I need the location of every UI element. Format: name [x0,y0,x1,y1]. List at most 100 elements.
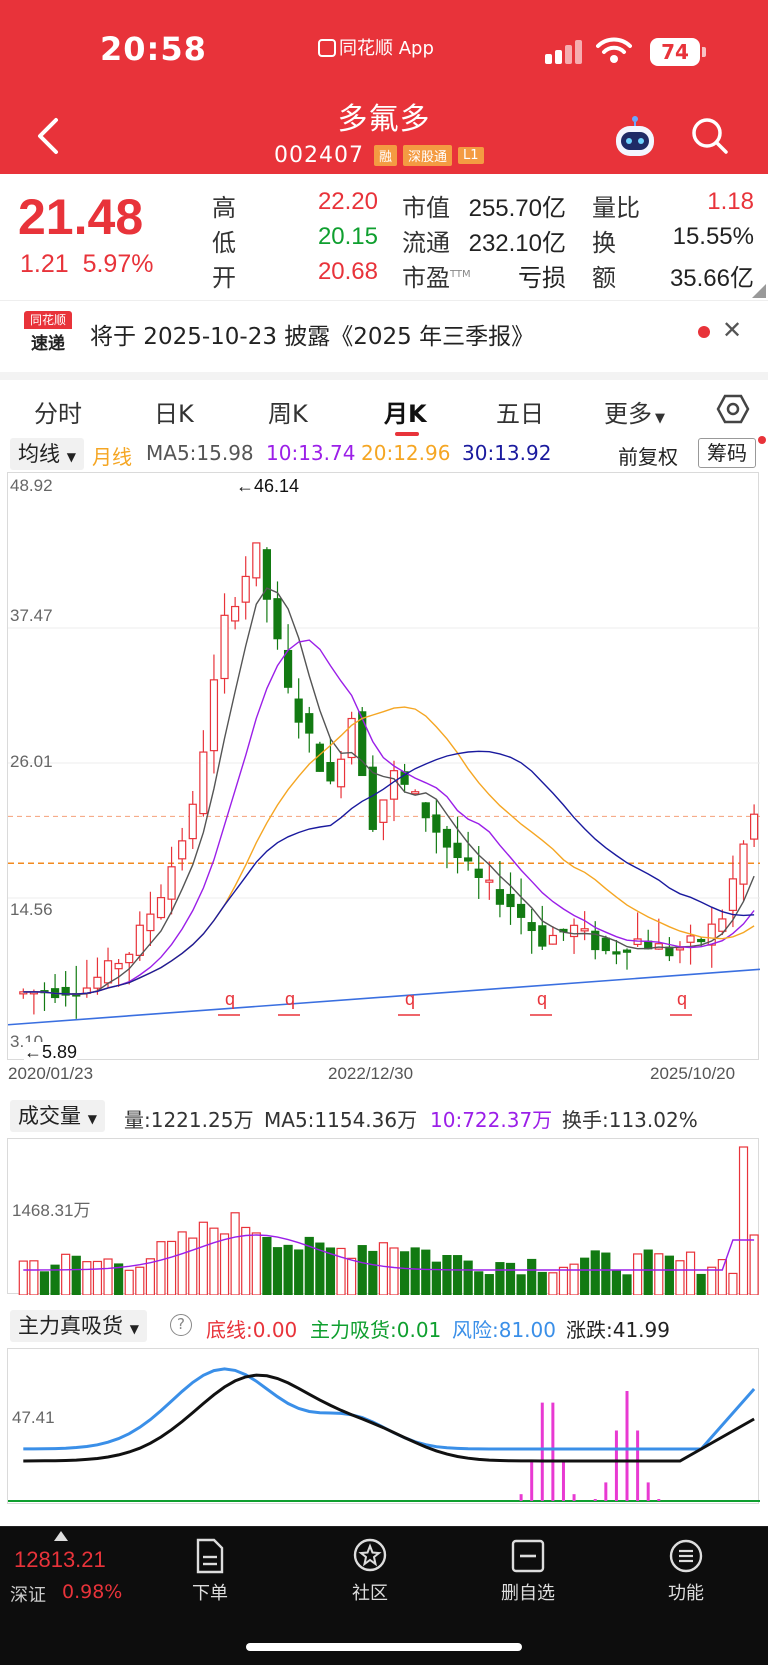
volume-bar [548,1272,558,1296]
kline-svg: qqqqq [7,542,761,1026]
close-icon[interactable]: ✕ [722,316,742,344]
candle-body [739,843,748,885]
ma-selector[interactable]: 均线 ▼ [10,438,84,470]
candle-body [485,879,494,883]
volume-bar [643,1249,653,1296]
flash-news-logo: 同花顺 速递 [24,311,72,357]
adjust-mode[interactable]: 前复权 [618,441,678,470]
candle-body [442,828,452,848]
nav-order[interactable]: 下单 [160,1537,260,1605]
stock-code-row: 002407 融 深股通 L1 [274,140,484,170]
chips-dot [758,436,766,444]
candle-body [495,889,505,905]
candle-body [601,937,610,952]
float-value: 232.10亿 [468,230,566,257]
index-value[interactable]: 12813.21 [14,1547,106,1573]
low-label: 低 [212,229,236,257]
volume-bar [156,1241,166,1296]
volratio-label: 量比 [592,194,640,222]
open-value: 20.68 [317,258,378,285]
ma-legend-row: 均线 ▼ 月线 MA5:15.98 10:13.74 20:12.96 30:1… [0,436,768,472]
volume-bar [611,1270,622,1296]
volume-bar [294,1249,304,1296]
amount-value: 35.66亿 [669,265,754,292]
app-logo-icon [318,39,336,57]
indicator-selector[interactable]: 主力真吸货 ▼ [10,1310,147,1342]
candle-body [506,893,515,908]
candle-body [315,743,324,772]
candle-body [379,799,388,823]
open-label: 开 [212,264,236,292]
tab-daily-k[interactable]: 日K [154,394,194,429]
candle-body [156,897,166,919]
volume-bar [431,1261,441,1296]
indicator-absorb: 主力吸货:0.01 [310,1318,442,1342]
signal-q-marker: q [405,989,415,1009]
turnover-label: 换 [592,229,616,257]
tab-intraday[interactable]: 分时 [34,394,82,429]
volume-bar [601,1252,611,1296]
volume-bar [103,1258,113,1296]
tag-level: L1 [458,146,484,164]
candle-body [569,924,579,938]
volume-bar [92,1260,103,1296]
volume-bar [135,1266,145,1296]
candle-body [516,903,526,918]
candle-body [336,758,346,788]
quote-panel[interactable]: 21.48 1.21 5.97% 高 22.20 低 20.15 开 20.68… [0,174,768,298]
ma30-value: 30:13.92 [462,441,552,465]
announcement-banner[interactable]: 同花顺 速递 将于 2025-10-23 披露《2025 年三季报》 [0,300,768,366]
ma10-line [23,639,755,995]
volume-bar [357,1245,367,1296]
nav-remove-watchlist[interactable]: 删自选 [478,1537,578,1605]
volume-bar [198,1221,208,1296]
volume-bar [124,1269,134,1296]
volume-bar [633,1253,643,1296]
chips-button[interactable]: 筹码 [698,438,756,468]
date-mid: 2022/12/30 [328,1064,414,1083]
assistant-robot-icon[interactable] [612,114,658,160]
search-icon[interactable] [690,116,730,156]
nav-functions[interactable]: 功能 [636,1537,736,1605]
mktcap-value: 255.70亿 [468,195,566,222]
volume-bar [685,1251,696,1296]
volume-chart[interactable] [7,1138,759,1296]
expand-up-icon[interactable] [54,1531,68,1541]
volume-bar [209,1227,219,1296]
volume-bar [272,1247,283,1296]
candle-body [580,928,589,932]
candle-body [273,598,282,640]
kline-y-4: 14.56 [10,900,53,919]
settings-hex-icon[interactable] [716,392,750,426]
nav-community[interactable]: 社区 [320,1537,420,1605]
expand-corner-icon[interactable] [752,284,766,298]
price-change: 1.21 5.97% [20,250,154,278]
tab-more[interactable]: 更多 ▼ [604,394,665,429]
indicator-legend-row: 主力真吸货 ▼ ? 底线:0.00 主力吸货:0.01 风险:81.00 涨跌:… [0,1306,768,1346]
risk-line [23,1367,756,1451]
candle-body [294,698,303,723]
unread-dot [698,326,710,338]
indicator-chart[interactable] [7,1348,760,1504]
caret-down-icon: ▼ [87,1112,97,1126]
volume-bar [241,1226,251,1296]
candle-body [750,813,759,840]
status-time: 20:58 [100,30,207,68]
high-label: 高 [212,194,236,222]
ma5-line [23,587,755,996]
candle-body [474,868,483,878]
help-icon[interactable]: ? [170,1314,192,1336]
volume-bar [675,1260,685,1296]
volume-selector[interactable]: 成交量 ▼ [10,1100,105,1132]
last-price: 21.48 [18,189,144,245]
candle-body [421,802,430,819]
volume-value: 量:1221.25万 [124,1108,254,1132]
indicator-svg [8,1367,760,1502]
candle-body [675,947,685,951]
kline-chart[interactable]: qqqqq [7,472,761,1060]
indicator-change: 涨跌:41.99 [566,1318,670,1342]
tab-weekly-k[interactable]: 周K [268,394,308,429]
tab-five-day[interactable]: 五日 [496,394,544,429]
tab-monthly-k[interactable]: 月K [384,394,427,429]
candle-body [103,960,113,984]
